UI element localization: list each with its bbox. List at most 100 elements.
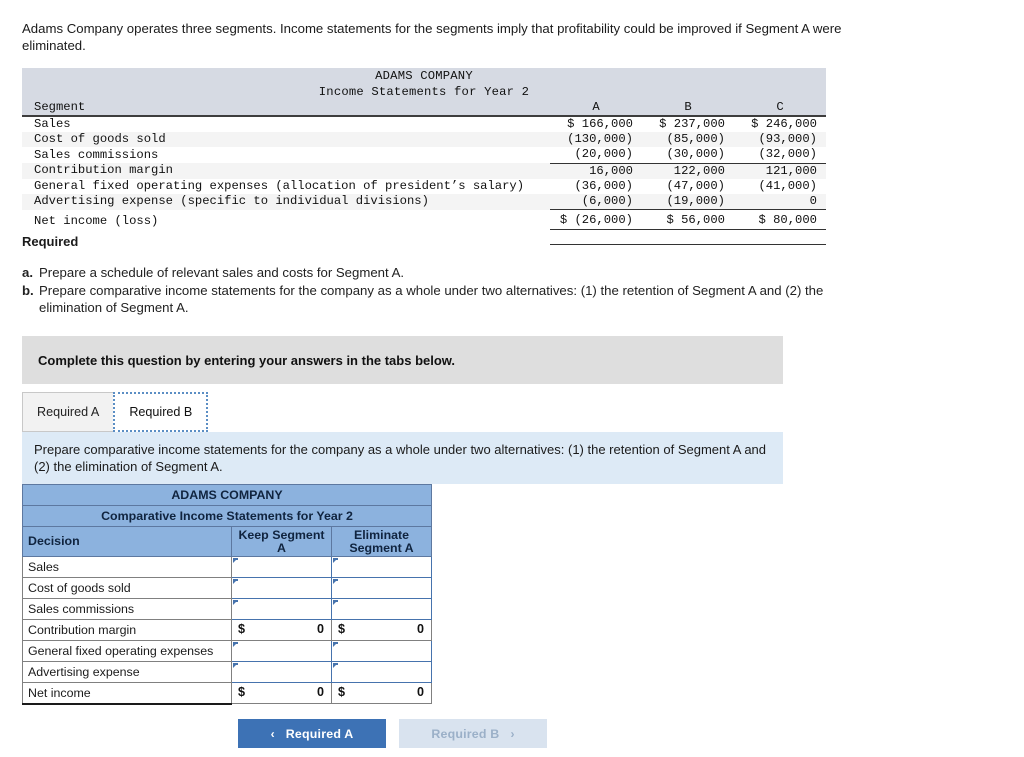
answer-header-row: Decision Keep Segment A Eliminate Segmen… bbox=[22, 526, 433, 557]
answer-col-keep-line1: Keep Segment bbox=[238, 527, 325, 542]
answer-row-label: Net income bbox=[22, 682, 232, 705]
exhibit-header-row: Segment A B C bbox=[22, 100, 826, 117]
calc-value: 0 bbox=[316, 622, 324, 636]
exhibit-company-name: ADAMS COMPANY bbox=[22, 68, 826, 84]
table-row: Sales $ 166,000 $ 237,000 $ 246,000 bbox=[22, 116, 826, 132]
table-row: Sales bbox=[22, 556, 433, 578]
exhibit-double-rule bbox=[22, 229, 826, 246]
table-row: Contribution margin $ 0 $ 0 bbox=[22, 619, 433, 641]
answer-title-row-1: ADAMS COMPANY bbox=[21, 484, 433, 506]
exhibit-cell-b: (47,000) bbox=[666, 178, 725, 193]
required-list: a. Prepare a schedule of relevant sales … bbox=[22, 264, 872, 317]
answer-col-elim-line2: Segment A bbox=[349, 540, 414, 555]
answer-col-eliminate-segment-a: Eliminate Segment A bbox=[330, 526, 433, 557]
exhibit-statement-title: Income Statements for Year 2 bbox=[22, 84, 826, 100]
exhibit-column-c: C bbox=[734, 100, 826, 117]
exhibit-cell-b: (30,000) bbox=[666, 147, 725, 162]
comparative-income-statement-table: ADAMS COMPANY Comparative Income Stateme… bbox=[21, 484, 433, 705]
exhibit-cell-c: (93,000) bbox=[734, 132, 826, 148]
answer-company-name: ADAMS COMPANY bbox=[21, 484, 433, 506]
exhibit-cell-a: (20,000) bbox=[574, 147, 633, 162]
input-sales-keep[interactable] bbox=[231, 556, 332, 578]
calc-value: 0 bbox=[316, 685, 324, 699]
tab-required-a[interactable]: Required A bbox=[22, 392, 115, 432]
exhibit-cell-c: 121,000 bbox=[734, 162, 826, 179]
table-row: General fixed operating expenses bbox=[22, 640, 433, 662]
exhibit-row-label: Cost of goods sold bbox=[22, 132, 550, 148]
exhibit-cell-b: $ 56,000 bbox=[642, 209, 734, 230]
exhibit-cell-a: 16,000 bbox=[550, 162, 642, 179]
currency-symbol: $ bbox=[238, 622, 246, 636]
calc-net-income-eliminate: $ 0 bbox=[330, 682, 433, 704]
previous-button-label: Required A bbox=[285, 726, 354, 741]
tab-required-b[interactable]: Required B bbox=[113, 392, 209, 432]
exhibit-cell-a: (6,000) bbox=[550, 194, 642, 210]
calc-contribution-margin-keep: $ 0 bbox=[231, 619, 332, 641]
tab-required-b-label: Required B bbox=[129, 405, 193, 419]
answer-col-decision: Decision bbox=[22, 526, 232, 557]
exhibit-cell-b: 122,000 bbox=[642, 162, 734, 179]
answer-title-row-2: Comparative Income Statements for Year 2 bbox=[21, 505, 433, 527]
table-row: Cost of goods sold (130,000) (85,000) (9… bbox=[22, 132, 826, 148]
sub-instruction-panel: Prepare comparative income statements fo… bbox=[22, 432, 783, 484]
table-row: Advertising expense bbox=[22, 661, 433, 683]
exhibit-row-label: Sales commissions bbox=[34, 147, 159, 162]
exhibit-cell-b: $ 237,000 bbox=[659, 117, 725, 131]
table-row: Sales commissions bbox=[22, 598, 433, 620]
required-item-text: Prepare a schedule of relevant sales and… bbox=[39, 265, 405, 280]
input-advertising-expense-eliminate[interactable] bbox=[330, 661, 433, 683]
exhibit-column-b: B bbox=[642, 100, 734, 117]
input-cost-of-goods-sold-keep[interactable] bbox=[231, 577, 332, 599]
input-sales-eliminate[interactable] bbox=[330, 556, 433, 578]
calc-contribution-margin-eliminate: $ 0 bbox=[330, 619, 433, 641]
calc-value: 0 bbox=[417, 622, 425, 636]
exhibit-cell-c: $ 246,000 bbox=[751, 117, 817, 131]
required-item-marker: b. bbox=[22, 283, 34, 298]
exhibit-cell-b: (85,000) bbox=[642, 132, 734, 148]
answer-row-label: General fixed operating expenses bbox=[22, 640, 232, 662]
exhibit-cell-c: (32,000) bbox=[758, 147, 817, 162]
exhibit-table: ADAMS COMPANY Income Statements for Year… bbox=[22, 68, 826, 246]
input-cost-of-goods-sold-eliminate[interactable] bbox=[330, 577, 433, 599]
answer-col-elim-line1: Eliminate bbox=[353, 527, 410, 542]
exhibit-cell-b: (19,000) bbox=[642, 194, 734, 210]
currency-symbol: $ bbox=[338, 622, 346, 636]
table-row: Advertising expense (specific to individ… bbox=[22, 194, 826, 210]
answer-statement-title: Comparative Income Statements for Year 2 bbox=[21, 505, 433, 527]
answer-col-keep-line2: A bbox=[277, 540, 286, 555]
answer-row-label: Advertising expense bbox=[22, 661, 232, 683]
input-general-fixed-operating-expenses-keep[interactable] bbox=[231, 640, 332, 662]
previous-required-a-button[interactable]: ‹ Required A bbox=[238, 719, 386, 748]
exhibit-row-label: Contribution margin bbox=[22, 163, 550, 179]
required-item-text: Prepare comparative income statements fo… bbox=[39, 283, 824, 315]
input-general-fixed-operating-expenses-eliminate[interactable] bbox=[330, 640, 433, 662]
table-row: Net income (loss) $ (26,000) $ 56,000 $ … bbox=[22, 209, 826, 230]
next-required-b-button[interactable]: Required B › bbox=[399, 719, 547, 748]
list-item: a. Prepare a schedule of relevant sales … bbox=[22, 264, 872, 281]
chevron-right-icon: › bbox=[510, 726, 515, 741]
required-heading: Required bbox=[22, 234, 79, 249]
exhibit-cell-a: (36,000) bbox=[574, 178, 633, 193]
table-row: Contribution margin 16,000 122,000 121,0… bbox=[22, 162, 826, 179]
exhibit-title-row-2: Income Statements for Year 2 bbox=[22, 84, 826, 100]
answer-row-label: Contribution margin bbox=[22, 619, 232, 641]
answer-col-keep-segment-a: Keep Segment A bbox=[231, 526, 332, 557]
currency-symbol: $ bbox=[238, 685, 246, 699]
input-advertising-expense-keep[interactable] bbox=[231, 661, 332, 683]
required-item-marker: a. bbox=[22, 265, 33, 280]
tab-navigation: ‹ Required A Required B › bbox=[238, 719, 547, 748]
answer-row-label: Sales commissions bbox=[22, 598, 232, 620]
exhibit-title-row-1: ADAMS COMPANY bbox=[22, 68, 826, 84]
answer-table-container: ADAMS COMPANY Comparative Income Stateme… bbox=[21, 484, 433, 705]
input-sales-commissions-eliminate[interactable] bbox=[330, 598, 433, 620]
instruction-banner: Complete this question by entering your … bbox=[22, 336, 783, 384]
exhibit-cell-a: $ (26,000) bbox=[550, 209, 642, 230]
chevron-left-icon: ‹ bbox=[270, 726, 275, 741]
exhibit-row-header: Segment bbox=[22, 100, 550, 117]
table-row: Sales commissions (20,000) (30,000) (32,… bbox=[22, 147, 826, 163]
currency-symbol: $ bbox=[338, 685, 346, 699]
exhibit-cell-a: (130,000) bbox=[550, 132, 642, 148]
exhibit-column-a: A bbox=[550, 100, 642, 117]
input-sales-commissions-keep[interactable] bbox=[231, 598, 332, 620]
tab-required-a-label: Required A bbox=[37, 405, 100, 419]
